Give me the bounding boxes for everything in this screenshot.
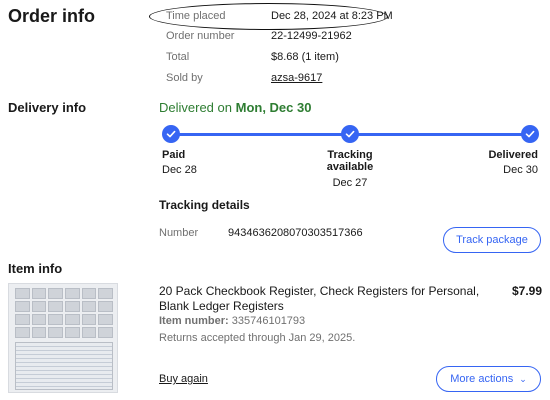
thumbnail-calendar-grid	[15, 288, 113, 338]
total-label: Total	[166, 51, 190, 63]
tracking-number-label: Number	[159, 227, 199, 239]
more-actions-label: More actions	[450, 373, 514, 385]
seller-link[interactable]: azsa-9617	[271, 72, 322, 84]
item-title-link[interactable]: 20 Pack Checkbook Register, Check Regist…	[159, 284, 494, 314]
sold-by-label: Sold by	[166, 72, 203, 84]
delivery-info-heading: Delivery info	[8, 100, 87, 115]
item-price: $7.99	[512, 284, 543, 298]
delivery-status: Delivered on Mon, Dec 30	[159, 100, 311, 115]
thumbnail-ledger-lines	[15, 342, 113, 390]
time-placed-label: Time placed	[166, 10, 226, 22]
order-info-heading: Order info	[8, 6, 96, 26]
step-tracking-label: Tracking available	[326, 149, 374, 173]
more-actions-button[interactable]: More actions ⌄	[436, 366, 541, 392]
returns-policy-text: Returns accepted through Jan 29, 2025.	[159, 332, 356, 344]
item-number-label: Item number:	[159, 315, 229, 327]
item-number: Item number: 335746101793	[159, 315, 305, 327]
step-delivered-check-icon	[521, 125, 539, 143]
step-delivered-date: Dec 30	[503, 164, 538, 176]
step-tracking-check-icon	[341, 125, 359, 143]
time-placed-value: Dec 28, 2024 at 8:23 PM	[271, 10, 393, 22]
track-package-button[interactable]: Track package	[443, 227, 541, 253]
total-value: $8.68 (1 item)	[271, 51, 339, 63]
chevron-down-icon: ⌄	[519, 373, 527, 384]
step-paid-check-icon	[162, 125, 180, 143]
tracking-details-heading: Tracking details	[159, 198, 250, 212]
item-number-value: 335746101793	[231, 315, 306, 327]
item-thumbnail-image[interactable]	[8, 283, 118, 393]
delivery-status-prefix: Delivered on	[159, 100, 236, 115]
order-number-value: 22-12499-21962	[271, 30, 352, 42]
step-tracking-date: Dec 27	[332, 177, 368, 189]
tracking-number-value: 9434636208070303517366	[228, 227, 363, 239]
order-number-label: Order number	[166, 30, 235, 42]
step-paid-date: Dec 28	[162, 164, 197, 176]
step-delivered-label: Delivered	[488, 149, 538, 161]
delivery-status-date: Mon, Dec 30	[235, 100, 312, 115]
item-info-heading: Item info	[8, 261, 63, 276]
buy-again-link[interactable]: Buy again	[159, 373, 208, 385]
step-paid-label: Paid	[162, 149, 186, 161]
